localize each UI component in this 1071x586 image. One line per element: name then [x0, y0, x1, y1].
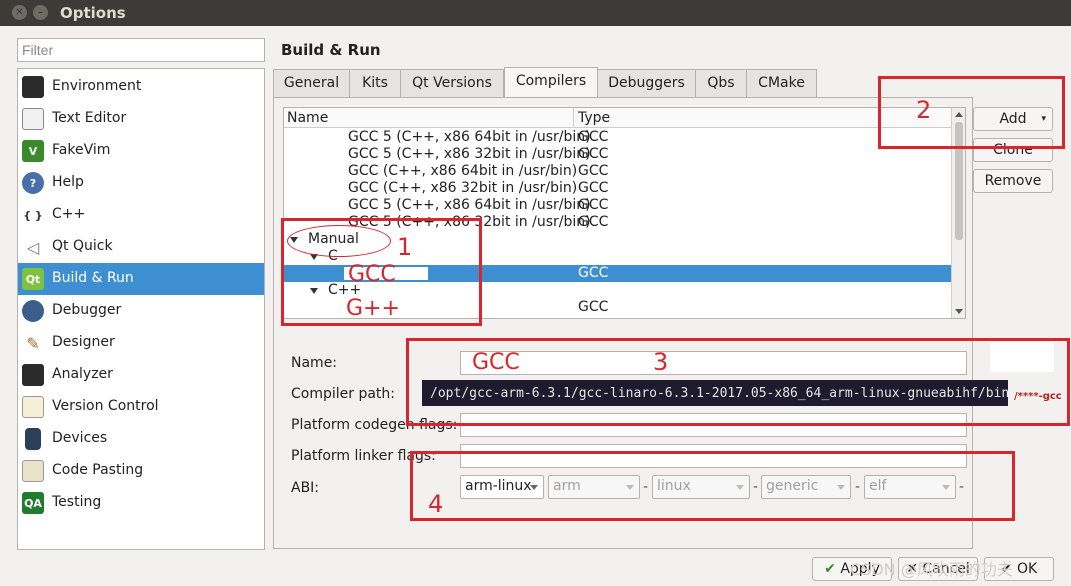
category-testing[interactable]: QA Testing [18, 487, 264, 519]
help-icon: ? [22, 172, 44, 194]
annotation-box-4 [410, 451, 1015, 521]
category-devices[interactable]: Devices [18, 423, 264, 455]
category-analyzer[interactable]: Analyzer [18, 359, 264, 391]
tree-row[interactable]: GCC 5 (C++, x86 64bit in /usr/bin) GCC [284, 197, 952, 214]
annotation-number-3: 3 [653, 348, 669, 376]
category-qt-quick[interactable]: ◁ Qt Quick [18, 231, 264, 263]
scroll-down-icon [955, 309, 963, 314]
tab-general[interactable]: General [273, 69, 350, 97]
category-environment[interactable]: Environment [18, 71, 264, 103]
category-version-control[interactable]: Version Control [18, 391, 264, 423]
tree-row[interactable]: GCC (C++, x86 32bit in /usr/bin) GCC [284, 180, 952, 197]
tab-qt-versions[interactable]: Qt Versions [400, 69, 504, 97]
annotation-gcc: GCC [348, 262, 396, 287]
category-help[interactable]: ? Help [18, 167, 264, 199]
qt-quick-icon: ◁ [22, 236, 44, 258]
tree-row[interactable]: GCC (C++, x86 64bit in /usr/bin) GCC [284, 163, 952, 180]
annotation-number-1: 1 [397, 233, 413, 261]
tab-kits[interactable]: Kits [349, 69, 401, 97]
page-title: Build & Run [281, 41, 381, 59]
category-debugger[interactable]: Debugger [18, 295, 264, 327]
compiler-path-label: Compiler path: [291, 386, 396, 402]
watermark: CSDN @风吹雨的功夫 [850, 560, 1013, 579]
abi-label: ABI: [291, 480, 320, 496]
category-fakevim[interactable]: V FakeVim [18, 135, 264, 167]
annotation-number-2: 2 [916, 96, 932, 124]
name-label: Name: [291, 355, 338, 371]
close-window-icon[interactable]: ✕ [12, 5, 27, 20]
tree-row[interactable]: GCC 5 (C++, x86 32bit in /usr/bin) GCC [284, 146, 952, 163]
remove-button[interactable]: Remove [973, 169, 1053, 193]
debugger-icon [22, 300, 44, 322]
cpp-braces-icon: { } [22, 204, 44, 226]
minimize-window-icon[interactable]: – [33, 5, 48, 20]
tree-header: Name Type [284, 108, 952, 128]
annotation-gcc-name: GCC [472, 350, 520, 375]
version-control-icon [22, 396, 44, 418]
category-list: Environment Text Editor V FakeVim ? Help… [17, 68, 265, 550]
annotation-circle [287, 225, 391, 257]
code-pasting-icon [22, 460, 44, 482]
tree-row[interactable]: GCC 5 (C++, x86 64bit in /usr/bin) GCC [284, 129, 952, 146]
category-build-run[interactable]: Qt Build & Run [18, 263, 264, 295]
devices-icon [25, 428, 41, 450]
column-type[interactable]: Type [578, 110, 610, 126]
analyzer-icon [22, 364, 44, 386]
build-run-icon: Qt [22, 268, 44, 290]
category-text-editor[interactable]: Text Editor [18, 103, 264, 135]
tab-compilers[interactable]: Compilers [504, 67, 598, 97]
testing-icon: QA [22, 492, 44, 514]
filter-input[interactable] [17, 38, 265, 62]
annotation-gpp: G++ [346, 296, 400, 321]
text-editor-icon [22, 108, 44, 130]
category-designer[interactable]: ✎ Designer [18, 327, 264, 359]
monitor-icon [22, 76, 44, 98]
tab-debuggers[interactable]: Debuggers [597, 69, 696, 97]
annotation-suffix: /****-gcc [1014, 391, 1062, 402]
annotation-number-4: 4 [428, 490, 444, 518]
designer-icon: ✎ [22, 332, 44, 354]
annotation-box-2 [878, 76, 1065, 149]
category-code-pasting[interactable]: Code Pasting [18, 455, 264, 487]
window-title: Options [60, 4, 126, 22]
title-bar: ✕ – Options [0, 0, 1071, 26]
fakevim-icon: V [22, 140, 44, 162]
column-name[interactable]: Name [287, 110, 328, 126]
tab-qbs[interactable]: Qbs [695, 69, 747, 97]
tab-cmake[interactable]: CMake [746, 69, 817, 97]
category-cpp[interactable]: { } C++ [18, 199, 264, 231]
